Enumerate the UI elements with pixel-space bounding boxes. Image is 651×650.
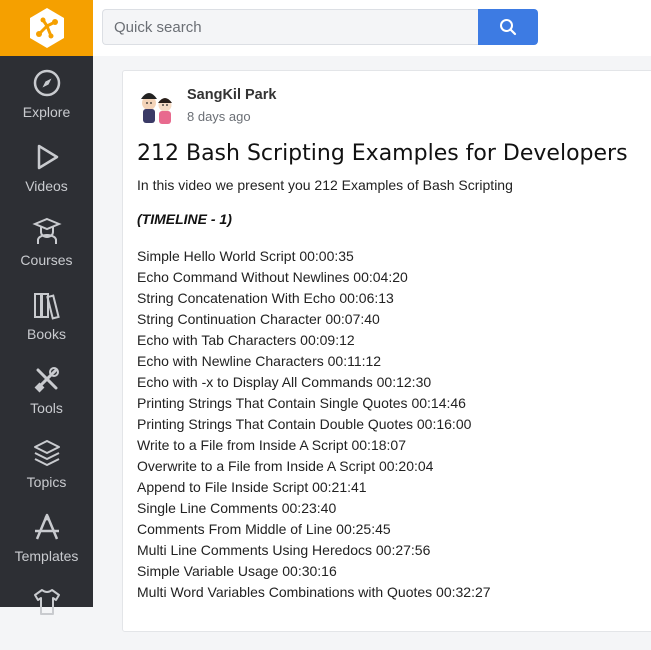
nav-item-topics[interactable]: Topics	[0, 428, 93, 502]
timeline-item: Echo Command Without Newlines 00:04:20	[137, 269, 408, 285]
timeline-item: Printing Strings That Contain Single Quo…	[137, 395, 466, 411]
timeline-item: Simple Variable Usage 00:30:16	[137, 563, 337, 579]
graduate-icon	[31, 217, 62, 244]
nav-label: Courses	[20, 252, 73, 268]
tshirt-icon	[33, 589, 60, 615]
nav-label: Explore	[22, 104, 71, 120]
tools-icon	[34, 367, 59, 393]
timeline-item: Comments From Middle of Line 00:25:45	[137, 521, 391, 537]
timeline-item: Single Line Comments 00:23:40	[137, 500, 337, 516]
logo-icon	[29, 8, 64, 48]
timeline-item: Echo with Newline Characters 00:11:12	[137, 353, 382, 369]
sidebar: Explore Videos Courses Books Tools Topic…	[0, 0, 93, 615]
timeline-item: Printing Strings That Contain Double Quo…	[137, 416, 472, 432]
compass-icon	[33, 69, 60, 97]
timeline-heading: (TIMELINE - 1)	[137, 211, 232, 227]
nav-item-videos[interactable]: Videos	[0, 132, 93, 206]
timeline-item: Write to a File from Inside A Script 00:…	[137, 437, 406, 453]
nav-item-templates[interactable]: Templates	[0, 502, 93, 576]
play-icon	[37, 144, 58, 170]
search-input[interactable]	[102, 9, 478, 45]
timeline-item: Simple Hello World Script 00:00:35	[137, 248, 354, 264]
search-button[interactable]	[478, 9, 538, 45]
timeline-item: Append to File Inside Script 00:21:41	[137, 479, 367, 495]
nav-item-tools[interactable]: Tools	[0, 354, 93, 428]
search-icon	[500, 19, 517, 36]
nav-item-more[interactable]	[0, 576, 93, 650]
timeline-item: Echo with -x to Display All Commands 00:…	[137, 374, 432, 390]
timeline-item: Overwrite to a File from Inside A Script…	[137, 458, 434, 474]
nav-label: Videos	[25, 178, 68, 194]
avatar[interactable]	[137, 85, 177, 127]
timeline-item: Echo with Tab Characters 00:09:12	[137, 332, 355, 348]
timeline-item: String Concatenation With Echo 00:06:13	[137, 290, 394, 306]
post-card: SangKil Park 8 days ago 212 Bash Scripti…	[122, 70, 651, 632]
layers-icon	[33, 440, 60, 466]
nav-item-courses[interactable]: Courses	[0, 206, 93, 280]
nav-label: Books	[27, 326, 66, 342]
post-intro: In this video we present you 212 Example…	[137, 177, 513, 193]
timeline-list: Simple Hello World Script 00:00:35 Echo …	[137, 246, 491, 603]
nav-item-books[interactable]: Books	[0, 280, 93, 354]
books-icon	[33, 293, 60, 320]
timeline-item: Multi Word Variables Combinations with Q…	[137, 584, 491, 600]
top-header	[93, 0, 651, 56]
nav-label: Tools	[30, 400, 63, 416]
post-time: 8 days ago	[187, 109, 251, 124]
nav-label: Templates	[14, 548, 79, 564]
post-title: 212 Bash Scripting Examples for Develope…	[137, 141, 628, 166]
timeline-item: String Continuation Character 00:07:40	[137, 311, 380, 327]
nav-item-explore[interactable]: Explore	[0, 58, 93, 132]
nav-label: Topics	[26, 474, 67, 490]
templates-icon	[34, 513, 59, 540]
timeline-item: Multi Line Comments Using Heredocs 00:27…	[137, 542, 431, 558]
logo[interactable]	[0, 0, 93, 56]
author-name[interactable]: SangKil Park	[187, 87, 276, 103]
